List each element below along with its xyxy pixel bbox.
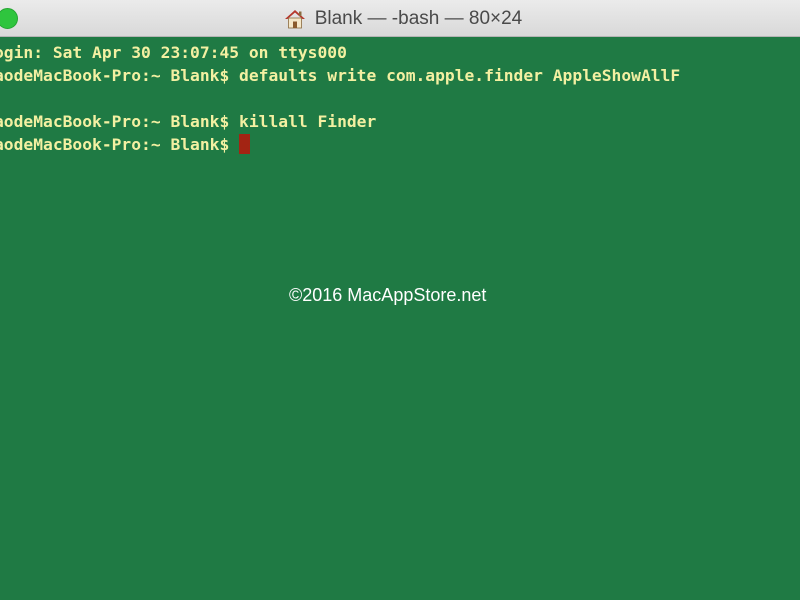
- terminal-line: aodeMacBook-Pro:~ Blank$ defaults write …: [0, 66, 681, 85]
- terminal-line: aodeMacBook-Pro:~ Blank$ killall Finder: [0, 112, 377, 131]
- title-wrap: Blank — -bash — 80×24: [0, 0, 800, 37]
- home-icon: [284, 9, 305, 28]
- terminal-output[interactable]: ogin: Sat Apr 30 23:07:45 on ttys000 aod…: [0, 37, 800, 600]
- prompt-text: aodeMacBook-Pro:~ Blank$: [0, 135, 240, 154]
- watermark: ©2016 MacAppStore.net: [289, 285, 487, 305]
- terminal-line: ogin: Sat Apr 30 23:07:45 on ttys000: [0, 43, 347, 62]
- text-cursor: [239, 134, 251, 154]
- title-bar[interactable]: Blank — -bash — 80×24: [0, 0, 800, 37]
- terminal-window: Blank — -bash — 80×24 ogin: Sat Apr 30 2…: [0, 0, 800, 600]
- terminal-prompt-line[interactable]: aodeMacBook-Pro:~ Blank$: [0, 133, 251, 156]
- window-title: Blank — -bash — 80×24: [314, 7, 523, 29]
